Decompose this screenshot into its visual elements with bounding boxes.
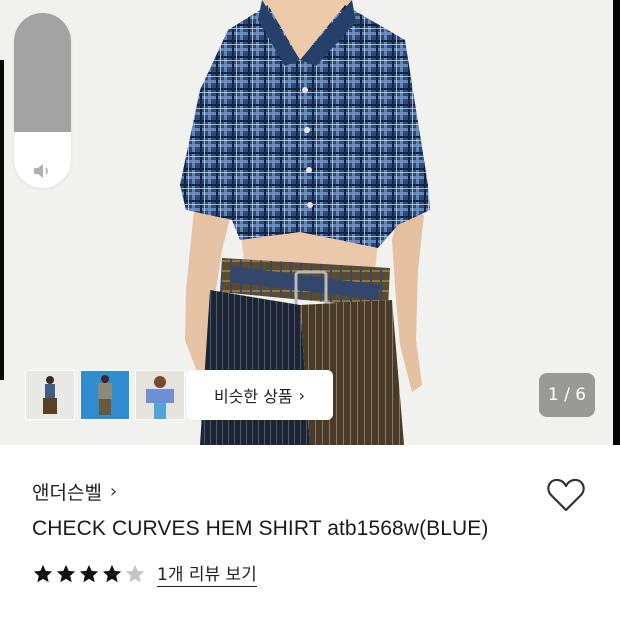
product-title: CHECK CURVES HEM SHIRT atb1568w(BLUE) bbox=[32, 517, 489, 540]
heart-icon[interactable] bbox=[546, 477, 586, 513]
thumbnail-2[interactable] bbox=[80, 370, 130, 420]
chevron-right-icon: › bbox=[298, 385, 306, 405]
rating-row: 1개 리뷰 보기 bbox=[32, 560, 257, 587]
volume-level-fill bbox=[14, 13, 71, 132]
speaker-icon bbox=[34, 164, 48, 178]
similar-products-button[interactable]: 비슷한 상품 › bbox=[186, 370, 333, 420]
review-link[interactable]: 1개 리뷰 보기 bbox=[157, 560, 257, 587]
thumbnail-3[interactable] bbox=[135, 370, 185, 420]
star-filled-icon bbox=[79, 564, 99, 582]
star-filled-icon bbox=[102, 564, 122, 582]
star-rating bbox=[32, 563, 146, 585]
similar-products-label: 비슷한 상품 bbox=[213, 387, 293, 406]
image-edge bbox=[613, 0, 620, 445]
thumbnail-strip bbox=[25, 370, 185, 420]
product-image-gallery[interactable]: 비슷한 상품 › 1 / 6 bbox=[0, 0, 620, 445]
thumbnail-1[interactable] bbox=[25, 370, 75, 420]
star-filled-icon bbox=[33, 564, 53, 582]
brand-link[interactable]: 앤더슨벨 › bbox=[32, 478, 117, 505]
brand-name: 앤더슨벨 bbox=[32, 482, 102, 504]
star-empty-icon bbox=[125, 564, 145, 582]
chevron-right-icon: › bbox=[109, 481, 118, 502]
volume-slider[interactable] bbox=[14, 13, 71, 188]
star-filled-icon bbox=[56, 564, 76, 582]
image-counter: 1 / 6 bbox=[539, 373, 595, 417]
image-edge-left bbox=[0, 60, 4, 380]
